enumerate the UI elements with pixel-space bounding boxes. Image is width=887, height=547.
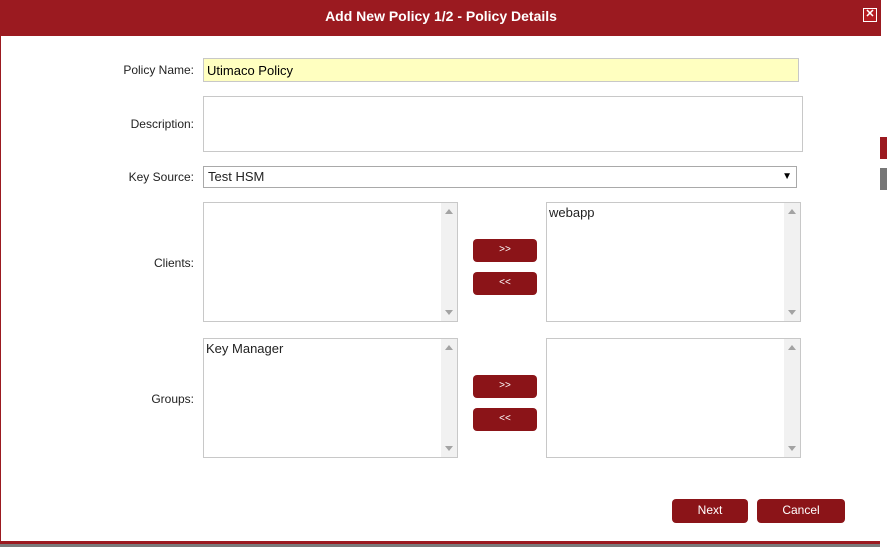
clients-label: Clients: xyxy=(153,256,194,270)
close-button[interactable]: ✕ xyxy=(863,8,877,22)
groups-selected-list[interactable] xyxy=(546,338,801,458)
next-button[interactable]: Next xyxy=(672,499,748,523)
scrollbar[interactable] xyxy=(441,203,457,321)
background-tab xyxy=(880,137,887,159)
groups-available-list[interactable]: Key Manager xyxy=(203,338,458,458)
key-source-select[interactable]: Test HSM ▼ xyxy=(203,166,797,188)
list-item[interactable]: Key Manager xyxy=(206,341,283,356)
background-page xyxy=(880,0,887,547)
description-input[interactable] xyxy=(203,96,803,152)
clients-selected-list[interactable]: webapp xyxy=(546,202,801,322)
remove-client-button[interactable]: << xyxy=(473,272,537,295)
groups-label: Groups: xyxy=(151,392,194,406)
dialog-title: Add New Policy 1/2 - Policy Details xyxy=(1,0,881,36)
scroll-up-icon[interactable] xyxy=(445,209,453,214)
scroll-up-icon[interactable] xyxy=(445,345,453,350)
policy-name-input[interactable] xyxy=(203,58,799,82)
description-label: Description: xyxy=(130,117,194,131)
scrollbar[interactable] xyxy=(441,339,457,457)
scrollbar[interactable] xyxy=(784,339,800,457)
cancel-button[interactable]: Cancel xyxy=(757,499,845,523)
scroll-down-icon[interactable] xyxy=(788,310,796,315)
scrollbar[interactable] xyxy=(784,203,800,321)
scroll-up-icon[interactable] xyxy=(788,209,796,214)
background-tab xyxy=(880,168,887,190)
policy-name-label: Policy Name: xyxy=(123,63,194,77)
scroll-down-icon[interactable] xyxy=(445,446,453,451)
scroll-down-icon[interactable] xyxy=(788,446,796,451)
chevron-down-icon: ▼ xyxy=(782,171,792,182)
list-item[interactable]: webapp xyxy=(549,205,595,220)
scroll-down-icon[interactable] xyxy=(445,310,453,315)
key-source-label: Key Source: xyxy=(128,170,194,184)
close-icon: ✕ xyxy=(865,8,875,20)
key-source-value: Test HSM xyxy=(208,169,265,184)
add-policy-dialog: Add New Policy 1/2 - Policy Details ✕ Po… xyxy=(0,0,881,544)
scroll-up-icon[interactable] xyxy=(788,345,796,350)
clients-available-list[interactable] xyxy=(203,202,458,322)
remove-group-button[interactable]: << xyxy=(473,408,537,431)
add-group-button[interactable]: >> xyxy=(473,375,537,398)
add-client-button[interactable]: >> xyxy=(473,239,537,262)
